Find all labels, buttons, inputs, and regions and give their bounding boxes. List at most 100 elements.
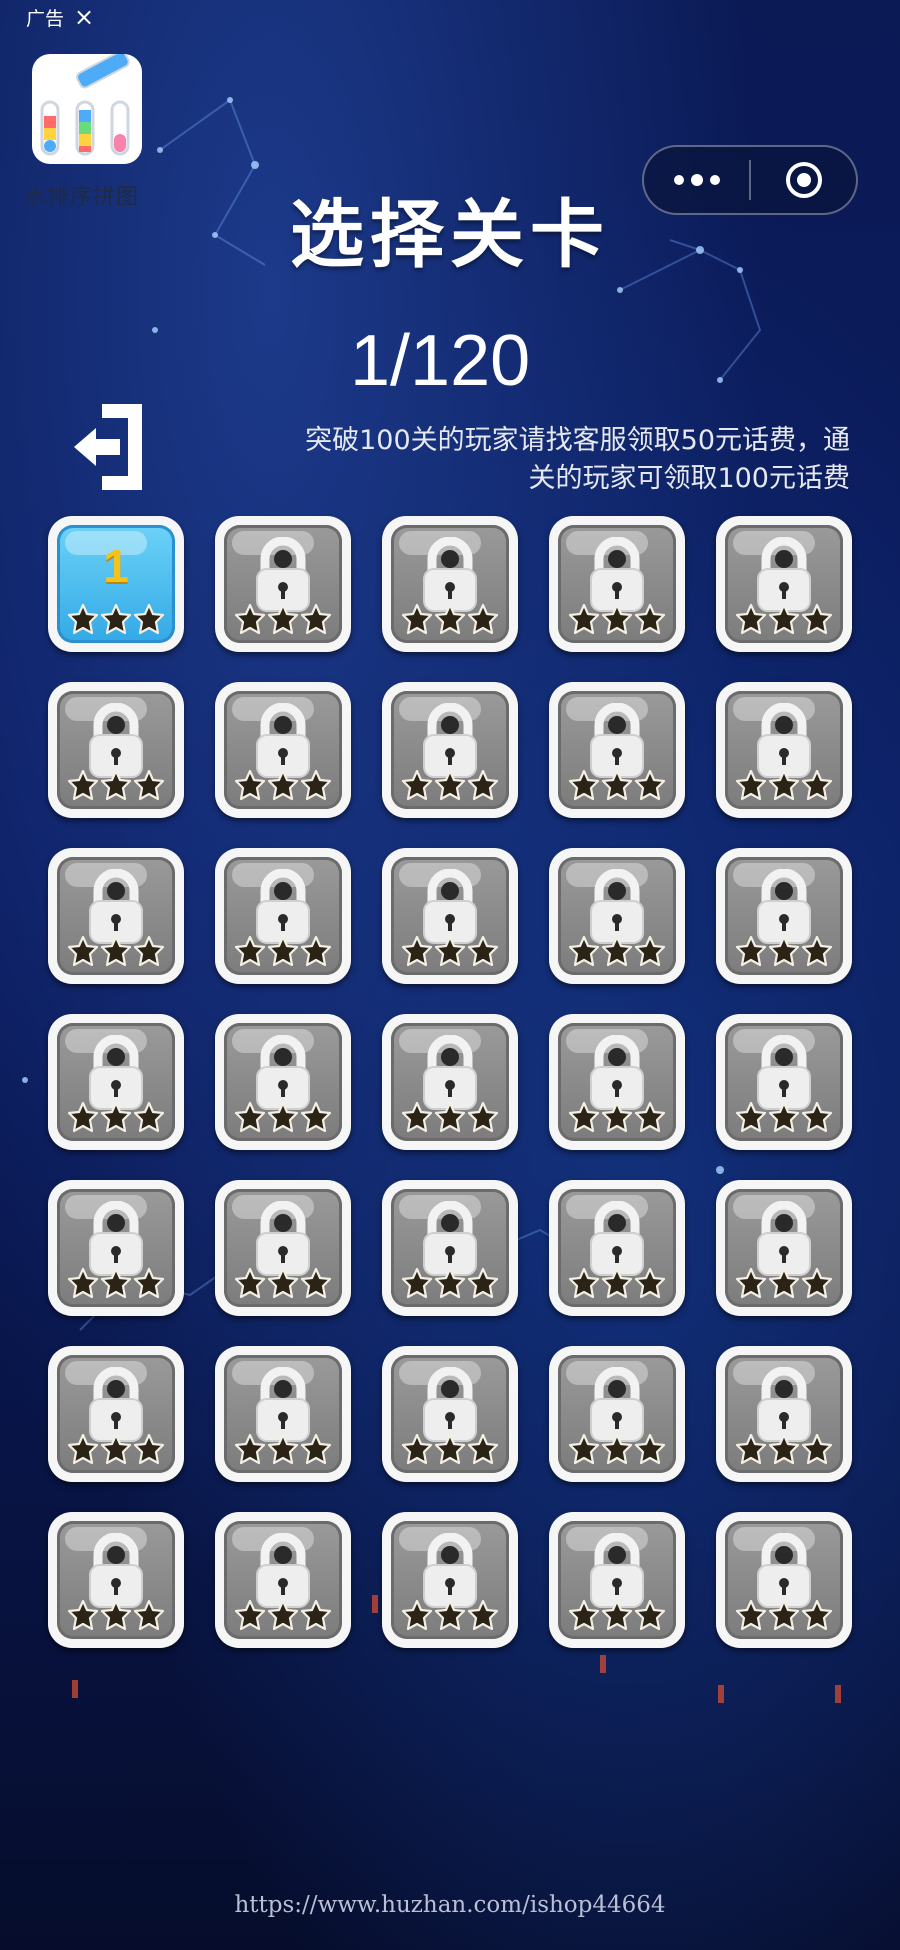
level-tile-body [57, 691, 175, 809]
level-tile-locked[interactable] [215, 1512, 351, 1648]
star-icon [234, 935, 266, 967]
star-icon [300, 1267, 332, 1299]
star-rating [67, 1267, 165, 1299]
level-tile-locked[interactable] [382, 1512, 518, 1648]
level-tile-locked[interactable] [549, 1346, 685, 1482]
lock-icon [590, 1533, 644, 1608]
level-tile-body [558, 1023, 676, 1141]
app-logo-icon[interactable] [32, 54, 142, 164]
lock-icon [89, 703, 143, 778]
star-rating [234, 1433, 332, 1465]
star-icon [801, 935, 833, 967]
star-icon [100, 935, 132, 967]
star-icon [300, 1433, 332, 1465]
level-tile-locked[interactable] [549, 1014, 685, 1150]
level-tile-locked[interactable] [716, 516, 852, 652]
level-tile-body [391, 1355, 509, 1473]
star-rating [735, 1599, 833, 1631]
star-icon [434, 603, 466, 635]
lock-icon [256, 703, 310, 778]
star-icon [267, 603, 299, 635]
star-icon [735, 935, 767, 967]
level-tile-locked[interactable] [48, 848, 184, 984]
level-tile-locked[interactable] [716, 848, 852, 984]
star-icon [100, 769, 132, 801]
level-tile-locked[interactable] [382, 848, 518, 984]
star-rating [234, 935, 332, 967]
level-tile-body [558, 1189, 676, 1307]
lock-icon [89, 1533, 143, 1608]
level-tile-body [224, 525, 342, 643]
level-tile-locked[interactable] [549, 1180, 685, 1316]
star-icon [568, 603, 600, 635]
star-rating [568, 1433, 666, 1465]
star-icon [267, 1599, 299, 1631]
level-tile-locked[interactable] [215, 1014, 351, 1150]
level-tile-locked[interactable] [48, 1512, 184, 1648]
city-light [718, 1685, 724, 1703]
level-tile-locked[interactable] [48, 1346, 184, 1482]
lock-icon [89, 1035, 143, 1110]
level-tile-locked[interactable] [382, 516, 518, 652]
level-tile-body [57, 1189, 175, 1307]
star-icon [401, 603, 433, 635]
level-tile-body [391, 525, 509, 643]
level-tile-locked[interactable] [215, 682, 351, 818]
star-rating [234, 1267, 332, 1299]
star-icon [133, 1433, 165, 1465]
star-rating [401, 1101, 499, 1133]
lock-icon [423, 537, 477, 612]
city-light [600, 1655, 606, 1673]
exit-button[interactable] [72, 400, 148, 494]
star-rating [568, 769, 666, 801]
level-tile-locked[interactable] [48, 1180, 184, 1316]
level-tile-locked[interactable] [215, 1346, 351, 1482]
lock-icon [757, 703, 811, 778]
star-icon [801, 769, 833, 801]
star-icon [467, 1267, 499, 1299]
level-tile-locked[interactable] [48, 682, 184, 818]
star-icon [467, 769, 499, 801]
level-tile-locked[interactable] [549, 848, 685, 984]
lock-icon [256, 1533, 310, 1608]
lock-icon [423, 1367, 477, 1442]
level-tile-locked[interactable] [382, 1346, 518, 1482]
level-tile-body [391, 857, 509, 975]
level-tile-locked[interactable] [382, 1014, 518, 1150]
level-tile[interactable]: 1 [48, 516, 184, 652]
star-icon [467, 1433, 499, 1465]
level-tile-locked[interactable] [716, 1014, 852, 1150]
star-icon [133, 603, 165, 635]
ad-close-button[interactable]: × [74, 5, 94, 29]
lock-icon [757, 1035, 811, 1110]
level-tile-locked[interactable] [549, 516, 685, 652]
lock-icon [423, 1201, 477, 1276]
star-rating [401, 935, 499, 967]
level-tile-locked[interactable] [549, 682, 685, 818]
star-icon [634, 769, 666, 801]
star-icon [634, 1599, 666, 1631]
level-tile-locked[interactable] [382, 682, 518, 818]
level-tile-locked[interactable] [215, 516, 351, 652]
level-tile-locked[interactable] [716, 1346, 852, 1482]
star-icon [434, 769, 466, 801]
level-tile-locked[interactable] [716, 1180, 852, 1316]
star-icon [234, 603, 266, 635]
star-icon [267, 769, 299, 801]
level-tile-locked[interactable] [716, 682, 852, 818]
star-icon [401, 769, 433, 801]
star-rating [735, 935, 833, 967]
star-icon [100, 603, 132, 635]
star-icon [234, 1599, 266, 1631]
level-tile-locked[interactable] [215, 1180, 351, 1316]
level-tile-locked[interactable] [48, 1014, 184, 1150]
star-rating [67, 935, 165, 967]
level-tile-locked[interactable] [549, 1512, 685, 1648]
star-icon [300, 1599, 332, 1631]
level-tile-locked[interactable] [215, 848, 351, 984]
star-icon [634, 603, 666, 635]
level-tile-locked[interactable] [382, 1180, 518, 1316]
level-number: 1 [103, 540, 129, 592]
level-tile-locked[interactable] [716, 1512, 852, 1648]
level-tile-body [725, 691, 843, 809]
